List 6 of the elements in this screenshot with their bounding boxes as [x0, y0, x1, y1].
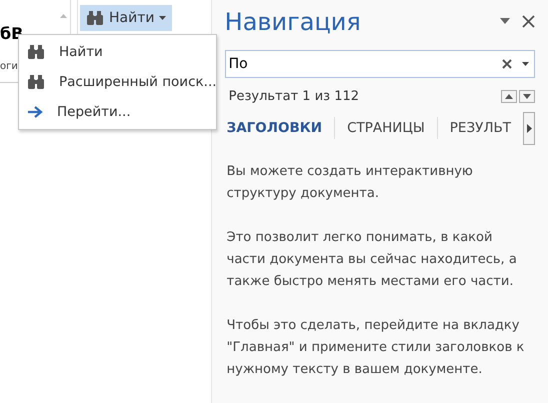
help-paragraph: Чтобы это сделать, перейдите на вкладку "Главная" и примените стили заголовков к нужному тексту в вашем документе.: [226, 317, 526, 379]
pane-title: Навигация: [224, 7, 362, 36]
help-paragraph: Вы можете создать интерактивную структуру документа.: [226, 163, 474, 203]
result-count: Результат 1 из 112: [228, 89, 360, 104]
help-paragraph: Это позволит легко понимать, в какой части документа вы сейчас находитесь, а также быстро менять местами его части.: [226, 229, 518, 291]
style-preview: оги: [0, 61, 19, 72]
